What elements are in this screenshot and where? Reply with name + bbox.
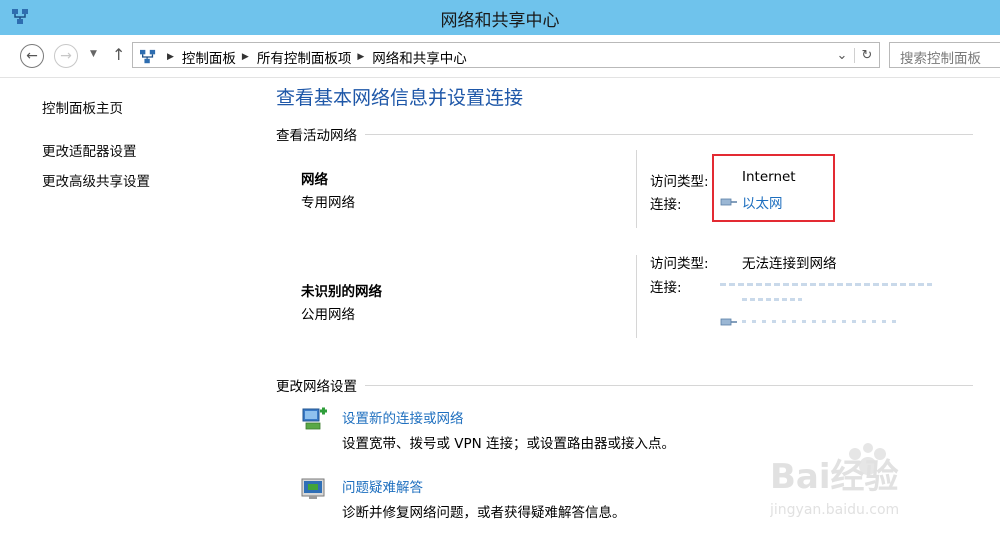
connection-label: 连接: xyxy=(650,280,682,296)
breadcrumb-item-network-center[interactable]: 网络和共享中心 xyxy=(372,47,467,67)
forward-button[interactable]: → xyxy=(54,44,78,68)
troubleshoot-problems-link[interactable]: 问题疑难解答 xyxy=(342,476,423,496)
new-connection-icon xyxy=(302,407,327,430)
address-bar[interactable]: ▶ 控制面板 ▶ 所有控制面板项 ▶ 网络和共享中心 ⌄ ↻ xyxy=(132,42,880,68)
divider xyxy=(365,384,973,386)
sidebar-item-home[interactable]: 控制面板主页 xyxy=(42,97,123,117)
sidebar-item-advanced-sharing[interactable]: 更改高级共享设置 xyxy=(42,170,150,190)
access-type-label: 访问类型: xyxy=(650,256,709,272)
connection-label: 连接: xyxy=(650,197,682,213)
search-input[interactable]: 搜索控制面板 xyxy=(889,42,1000,68)
network-category[interactable]: 公用网络 xyxy=(301,303,355,323)
network-center-icon xyxy=(140,49,156,64)
connection-link-obscured[interactable] xyxy=(742,298,802,301)
chevron-right-icon: ▶ xyxy=(357,52,365,62)
watermark-brand: Bai经验 xyxy=(770,457,899,497)
navigation-bar: ← → ▼ ↑ ▶ 控制面板 ▶ 所有控制面板项 ▶ 网络和共享中心 ⌄ ↻ 搜… xyxy=(0,35,1000,78)
connection-link-obscured[interactable] xyxy=(742,320,902,323)
sidebar-item-adapter-settings[interactable]: 更改适配器设置 xyxy=(42,140,137,160)
divider xyxy=(636,255,637,338)
refresh-icon: ↻ xyxy=(861,47,873,63)
chevron-right-icon: ▶ xyxy=(241,52,249,62)
troubleshoot-icon xyxy=(301,478,325,499)
section-active-networks: 查看活动网络 xyxy=(276,124,973,144)
chevron-right-icon: ▶ xyxy=(167,52,174,62)
watermark-url: jingyan.baidu.com xyxy=(770,502,899,518)
arrow-up-icon: ↑ xyxy=(112,45,126,64)
baidu-jingyan-watermark: Bai经验 jingyan.baidu.com xyxy=(770,443,899,518)
breadcrumb-item-all-items[interactable]: 所有控制面板项 xyxy=(257,47,352,67)
refresh-button[interactable]: ↻ xyxy=(854,47,879,63)
arrow-left-icon: ← xyxy=(26,48,38,64)
ethernet-icon xyxy=(720,318,737,326)
connection-link-obscured[interactable] xyxy=(720,283,932,286)
title-bar: 网络和共享中心 xyxy=(0,0,1000,35)
task-description: 诊断并修复网络问题，或者获得疑难解答信息。 xyxy=(342,505,626,521)
task-description: 设置宽带、拨号或 VPN 连接；或设置路由器或接入点。 xyxy=(342,436,676,452)
recent-locations-dropdown[interactable]: ▼ xyxy=(90,49,97,59)
divider xyxy=(636,150,637,228)
highlight-box xyxy=(712,154,835,222)
up-button[interactable]: ↑ xyxy=(112,45,125,64)
divider xyxy=(365,133,973,135)
network-name: 未识别的网络 xyxy=(301,284,382,300)
section-title: 查看活动网络 xyxy=(276,128,357,144)
network-category[interactable]: 专用网络 xyxy=(301,191,355,211)
section-title: 更改网络设置 xyxy=(276,379,357,395)
back-button[interactable]: ← xyxy=(20,44,44,68)
address-dropdown-button[interactable]: ⌄ xyxy=(830,48,854,63)
access-type-value: 无法连接到网络 xyxy=(742,256,837,272)
network-name: 网络 xyxy=(301,172,328,188)
setup-new-connection-link[interactable]: 设置新的连接或网络 xyxy=(342,407,464,427)
window-title: 网络和共享中心 xyxy=(440,11,560,31)
breadcrumb-item-control-panel[interactable]: 控制面板 xyxy=(182,47,236,67)
page-title: 查看基本网络信息并设置连接 xyxy=(276,87,524,109)
arrow-right-icon: → xyxy=(60,48,72,64)
search-placeholder: 搜索控制面板 xyxy=(900,51,981,67)
section-change-settings: 更改网络设置 xyxy=(276,375,973,395)
access-type-label: 访问类型: xyxy=(650,174,709,190)
breadcrumb: ▶ 控制面板 ▶ 所有控制面板项 ▶ 网络和共享中心 xyxy=(139,47,467,67)
